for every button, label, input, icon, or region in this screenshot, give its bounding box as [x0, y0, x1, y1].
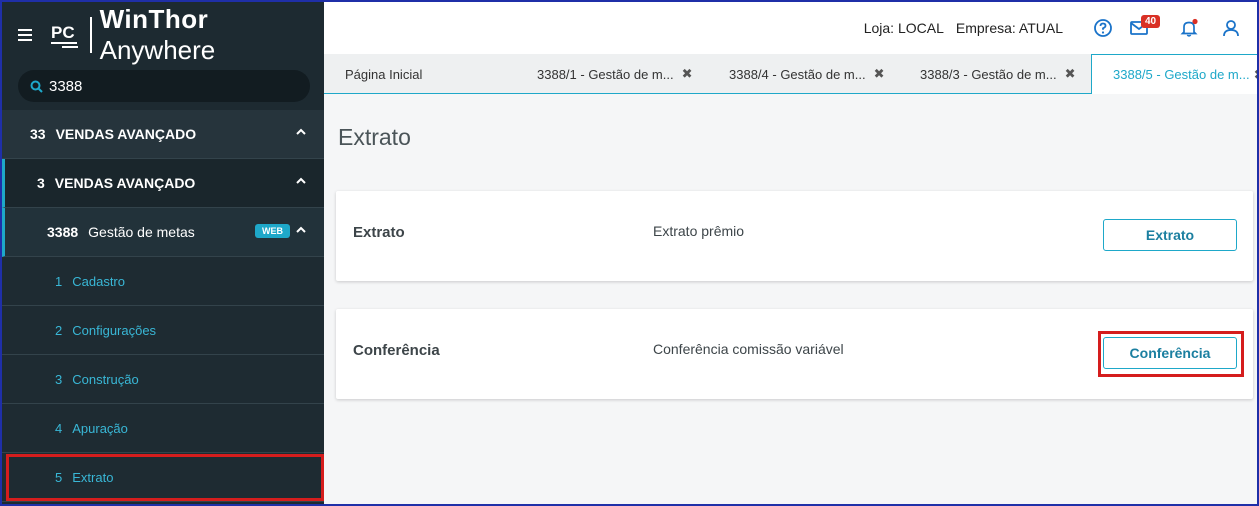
sidebar-subitem-construcao[interactable]: 3 Construção [2, 355, 324, 404]
user-icon[interactable] [1221, 18, 1241, 38]
subitem-number: 5 [55, 469, 63, 485]
card-description: Extrato prêmio [653, 223, 745, 239]
sidebar-header: PC WinThor Anywhere [2, 2, 324, 68]
bell-icon[interactable] [1179, 18, 1199, 38]
tab-3388-4[interactable]: 3388/4 - Gestão de m... ✖ [729, 54, 884, 94]
close-icon[interactable]: ✖ [874, 66, 885, 82]
sidebar-item-3-vendas-avancado[interactable]: 3 VENDAS AVANÇADO [2, 159, 324, 208]
brand-light: Anywhere [99, 35, 216, 65]
subitem-label: Configurações [72, 322, 157, 338]
card-title: Extrato [353, 224, 405, 241]
close-icon[interactable]: ✖ [1065, 66, 1076, 82]
tab-3388-5[interactable]: 3388/5 - Gestão de m... ✖ [1091, 54, 1257, 95]
sidebar-subitem-configuracoes[interactable]: 2 Configurações [2, 306, 324, 355]
tab-3388-3[interactable]: 3388/3 - Gestão de m... ✖ [920, 54, 1075, 94]
subitem-label: Extrato [72, 469, 114, 485]
sidebar-item-label: VENDAS AVANÇADO [55, 126, 197, 142]
close-icon[interactable]: ✖ [682, 66, 693, 82]
sidebar-item-number: 3388 [47, 224, 79, 240]
card-title: Conferência [353, 342, 440, 359]
pc-logo-icon: PC [48, 18, 82, 52]
tab-label: Página Inicial [345, 66, 423, 82]
tab-3388-1[interactable]: 3388/1 - Gestão de m... ✖ [537, 54, 692, 94]
sidebar: PC WinThor Anywhere 3388 33 VENDAS AVANÇ… [2, 2, 324, 504]
help-icon[interactable] [1093, 18, 1113, 38]
main-content: Extrato Extrato Extrato prêmio Extrato C… [324, 94, 1257, 504]
tab-label: 3388/1 - Gestão de m... [537, 66, 674, 82]
close-icon[interactable]: ✖ [1254, 67, 1257, 83]
chevron-up-icon [296, 128, 306, 135]
tab-label: 3388/3 - Gestão de m... [920, 66, 1057, 82]
tab-label: 3388/5 - Gestão de m... [1113, 67, 1250, 82]
sidebar-menu: 33 VENDAS AVANÇADO 3 VENDAS AVANÇADO 338… [2, 110, 324, 502]
sidebar-item-33-vendas-avancado[interactable]: 33 VENDAS AVANÇADO [2, 110, 324, 159]
conferencia-button[interactable]: Conferência [1103, 337, 1237, 369]
search-input[interactable]: 3388 [18, 70, 310, 102]
loja-label: Loja: LOCAL [863, 20, 944, 36]
extrato-button[interactable]: Extrato [1103, 219, 1237, 251]
top-bar: Loja: LOCAL Empresa: ATUAL 40 [324, 2, 1257, 54]
subitem-label: Construção [72, 371, 139, 387]
card-description: Conferência comissão variável [653, 341, 844, 357]
sidebar-item-label: Gestão de metas [88, 224, 195, 240]
sidebar-subitem-apuracao[interactable]: 4 Apuração [2, 404, 324, 453]
subitem-number: 1 [55, 273, 63, 289]
sidebar-subitem-extrato[interactable]: 5 Extrato [2, 453, 324, 502]
sidebar-subitem-cadastro[interactable]: 1 Cadastro [2, 257, 324, 306]
card-extrato: Extrato Extrato prêmio Extrato [336, 191, 1253, 281]
tab-pagina-inicial[interactable]: Página Inicial [345, 54, 422, 94]
subitem-label: Apuração [72, 420, 128, 436]
page-title: Extrato [338, 124, 411, 150]
sidebar-item-3388-gestao-de-metas[interactable]: 3388 Gestão de metas WEB [2, 208, 324, 257]
subitem-label: Cadastro [72, 273, 125, 289]
subitem-number: 2 [55, 322, 63, 338]
brand-name: WinThor Anywhere [100, 4, 324, 66]
brand-bold: WinThor [99, 4, 209, 34]
hamburger-menu-icon[interactable] [18, 29, 32, 41]
mail-count-badge: 40 [1141, 15, 1161, 28]
search-icon [30, 80, 43, 93]
card-conferencia: Conferência Conferência comissão variáve… [336, 309, 1253, 399]
empresa-label: Empresa: ATUAL [955, 20, 1063, 36]
logo-text: PC [51, 23, 75, 42]
mail-icon[interactable]: 40 [1129, 15, 1163, 38]
chevron-up-icon [296, 226, 306, 233]
subitem-number: 3 [55, 371, 63, 387]
logo-divider [89, 17, 92, 53]
tab-bar: Página Inicial 3388/1 - Gestão de m... ✖… [324, 54, 1257, 95]
sidebar-item-number: 3 [37, 175, 45, 191]
subitem-number: 4 [55, 420, 63, 436]
tab-label: 3388/4 - Gestão de m... [729, 66, 866, 82]
web-badge: WEB [255, 224, 290, 238]
sidebar-item-number: 33 [30, 126, 46, 142]
chevron-up-icon [296, 177, 306, 184]
search-value: 3388 [49, 77, 83, 95]
sidebar-item-label: VENDAS AVANÇADO [54, 175, 196, 191]
app-window: PC WinThor Anywhere 3388 33 VENDAS AVANÇ… [0, 0, 1259, 506]
